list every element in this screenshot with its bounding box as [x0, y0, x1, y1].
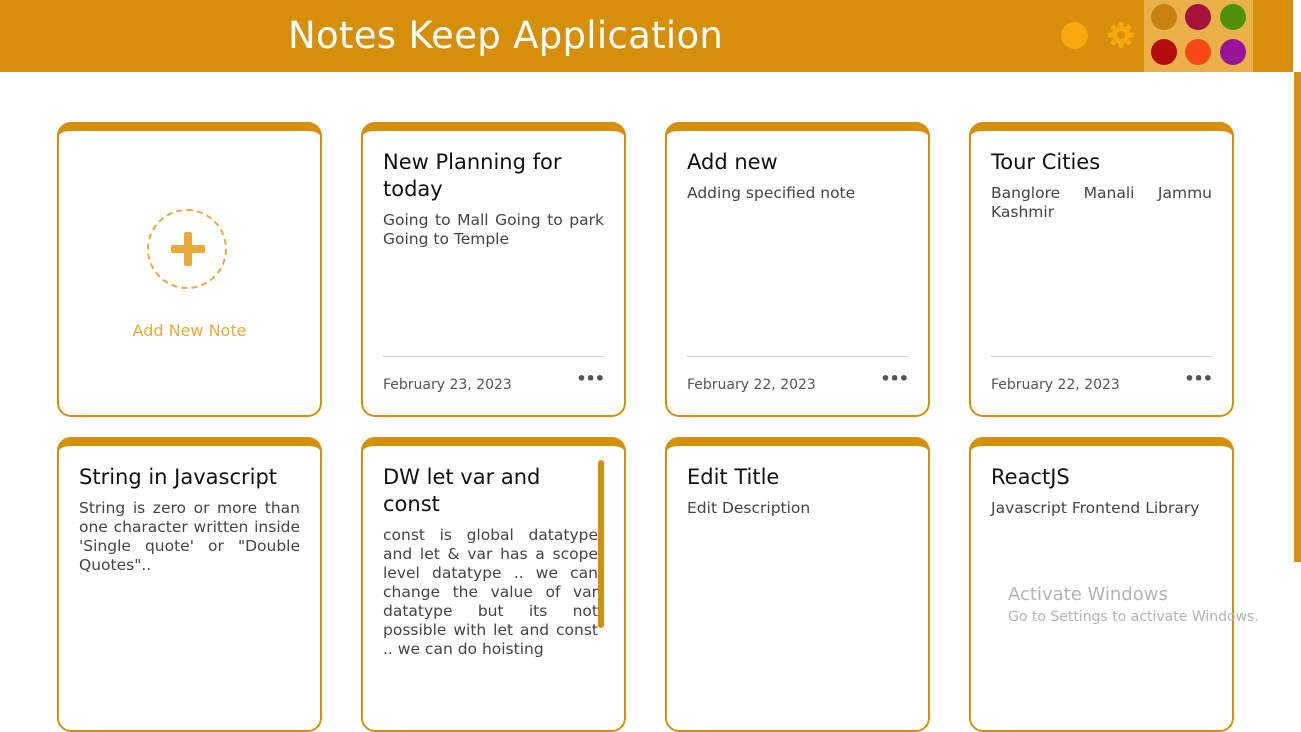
note-card[interactable]: Tour Cities Banglore Manali Jammu Kashmi…: [969, 122, 1234, 417]
note-date: February 22, 2023: [687, 377, 816, 393]
activate-windows-title: Activate Windows: [1008, 584, 1168, 605]
note-card[interactable]: Edit Title Edit Description: [665, 437, 930, 732]
app-header: Notes Keep Application: [0, 0, 1293, 72]
gear-icon[interactable]: [1106, 20, 1136, 50]
more-options-icon[interactable]: •••: [576, 369, 605, 388]
note-divider: [687, 356, 908, 357]
note-divider: [991, 356, 1212, 357]
note-card[interactable]: Add new Adding specified note February 2…: [665, 122, 930, 417]
more-options-icon[interactable]: •••: [880, 369, 909, 388]
note-date: February 22, 2023: [991, 377, 1120, 393]
color-swatch-4[interactable]: [1151, 39, 1177, 65]
note-title: New Planning for today: [383, 150, 562, 201]
note-date: February 23, 2023: [383, 377, 512, 393]
add-note-button[interactable]: [147, 209, 227, 289]
color-swatch-1[interactable]: [1151, 4, 1177, 30]
color-swatch-2[interactable]: [1185, 4, 1211, 30]
more-options-icon[interactable]: •••: [1184, 369, 1213, 388]
note-description: const is global datatype and let & var h…: [383, 526, 598, 658]
note-title: DW let var and const: [383, 465, 541, 516]
note-card[interactable]: New Planning for today Going to Mall Goi…: [361, 122, 626, 417]
color-palette: [1144, 0, 1253, 72]
note-card[interactable]: DW let var and const const is global dat…: [361, 437, 626, 732]
app-title: Notes Keep Application: [288, 14, 724, 57]
note-scrollbar-thumb[interactable]: [598, 460, 604, 628]
note-title: Edit Title: [687, 465, 780, 489]
add-note-label[interactable]: Add New Note: [59, 321, 320, 340]
note-title: Tour Cities: [991, 150, 1101, 174]
add-note-card[interactable]: Add New Note: [57, 122, 322, 417]
page-scrollbar-thumb[interactable]: [1294, 72, 1301, 562]
note-title: Add new: [687, 150, 778, 174]
color-swatch-6[interactable]: [1220, 39, 1246, 65]
color-swatch-3[interactable]: [1220, 4, 1246, 30]
note-description: Javascript Frontend Library: [991, 499, 1200, 517]
color-swatch-5[interactable]: [1185, 39, 1211, 65]
note-description: Adding specified note: [687, 184, 856, 202]
note-divider: [383, 356, 604, 357]
note-title: ReactJS: [991, 465, 1070, 489]
note-title: String in Javascript: [79, 465, 278, 489]
note-description: String is zero or more than one characte…: [79, 499, 300, 574]
note-description: Edit Description: [687, 499, 811, 517]
plus-icon-bar: [171, 245, 205, 253]
activate-windows-subtitle: Go to Settings to activate Windows.: [1008, 609, 1259, 625]
note-description: Banglore Manali Jammu Kashmir: [991, 184, 1212, 221]
note-card[interactable]: String in Javascript String is zero or m…: [57, 437, 322, 732]
note-description: Going to Mall Going to park Going to Tem…: [383, 211, 604, 248]
theme-toggle-circle-icon[interactable]: [1061, 22, 1088, 49]
